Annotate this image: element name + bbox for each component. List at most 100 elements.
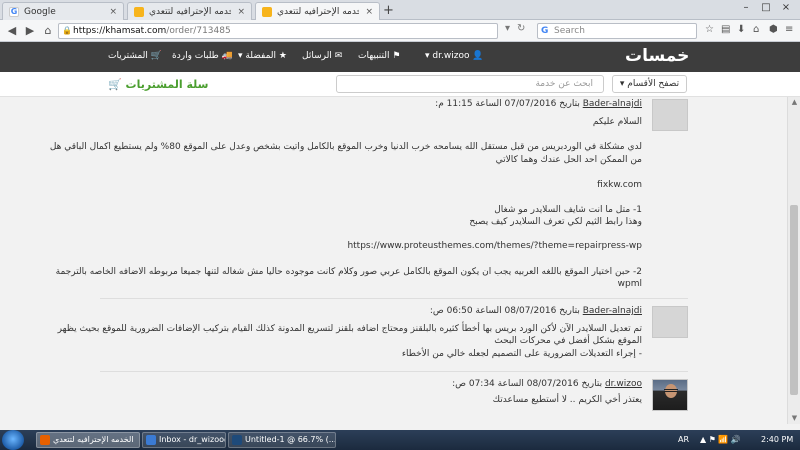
message-post: dr.wizoo بتاريخ 08/07/2016 الساعة 07:34 … xyxy=(100,379,688,421)
author-link[interactable]: dr.wizoo xyxy=(605,379,642,389)
message-post: Bader-alnajdi بتاريخ 07/07/2016 الساعة 1… xyxy=(50,99,688,299)
page-scrollbar[interactable]: ▲ ▼ xyxy=(787,97,800,424)
khamsat-logo[interactable]: خمسات xyxy=(625,46,689,66)
forward-arrow-icon[interactable]: ▶ xyxy=(22,23,38,39)
reading-list-icon[interactable]: ▤ xyxy=(721,24,730,35)
avatar-glasses xyxy=(664,389,678,392)
author-link[interactable]: Bader-alnajdi xyxy=(583,99,642,109)
logo-text: خمسات xyxy=(625,46,690,66)
scroll-down-icon[interactable]: ▼ xyxy=(790,414,799,423)
conversation-thread: Bader-alnajdi بتاريخ 07/07/2016 الساعة 1… xyxy=(0,97,787,424)
home-page-icon[interactable]: ⌂ xyxy=(753,24,759,35)
chevron-down-icon: ▾ xyxy=(238,51,243,61)
url-path: /order/713485 xyxy=(166,26,231,36)
post-line: لدي مشكلة في الوردبريس من قبل مستقل الله… xyxy=(49,142,642,152)
envelope-icon: ✉ xyxy=(334,51,343,61)
cart-label: سلة المشتريات xyxy=(125,78,209,91)
post-body: يعتذر أخي الكريم .. لا أستطيع مساعدتك xyxy=(100,394,642,408)
search-placeholder: Search xyxy=(554,26,585,36)
minimize-button[interactable]: – xyxy=(736,2,756,16)
post-meta: Bader-alnajdi بتاريخ 08/07/2016 الساعة 0… xyxy=(430,306,642,316)
tab-close-icon[interactable]: × xyxy=(365,7,373,17)
reload-icon[interactable]: ↻ xyxy=(517,23,525,34)
search-engine-icon: G xyxy=(541,26,549,36)
extension-icon[interactable]: ⬢ xyxy=(769,24,778,35)
cart-link[interactable]: 🛒 سلة المشتريات xyxy=(108,78,208,91)
avatar[interactable] xyxy=(652,379,688,411)
url-host: https://khamsat.com xyxy=(73,26,167,36)
windows-taskbar: الخدمه الإحترافيه لتتعدي Inbox - dr_wizo… xyxy=(0,430,800,450)
avatar[interactable] xyxy=(652,306,688,338)
task-label: Untitled-1 @ 66.7% (... xyxy=(245,435,336,444)
home-icon[interactable]: ⌂ xyxy=(40,23,56,39)
browser-tab-google[interactable]: G Google × xyxy=(2,2,124,20)
task-label: Inbox - dr_wizoo@ya... xyxy=(159,435,225,444)
post-line: fixkw.com xyxy=(597,180,642,190)
menu-icon[interactable]: ≡ xyxy=(785,24,793,35)
taskbar-photoshop[interactable]: Untitled-1 @ 66.7% (... xyxy=(228,432,336,448)
post-body: تم تعديل السلايدر الآن لأكن الورد بريس ب… xyxy=(58,323,642,367)
notifications-link[interactable]: التنبيهات ⚑ xyxy=(358,51,400,61)
khamsat-favicon-icon xyxy=(262,6,272,17)
purchases-label: المشتريات xyxy=(108,51,148,61)
post-line: يعتذر أخي الكريم .. لا أستطيع مساعدتك xyxy=(492,395,642,405)
tab-title: Google xyxy=(24,6,56,17)
start-button[interactable] xyxy=(2,430,24,450)
user-icon: 👤 xyxy=(472,51,484,61)
post-line: - إجراء التعديلات الضرورية على التصميم ل… xyxy=(401,349,642,359)
tab-close-icon[interactable]: × xyxy=(237,7,245,17)
post-date: بتاريخ 08/07/2016 الساعة 06:50 ص: xyxy=(429,306,580,316)
truck-icon: 🚚 xyxy=(221,51,233,61)
favorites-menu[interactable]: ▾ المفضلة ★ xyxy=(238,51,287,61)
language-indicator[interactable]: AR xyxy=(678,430,689,450)
user-menu[interactable]: ▾ dr.wizoo 👤 xyxy=(425,51,484,61)
taskbar-firefox[interactable]: الخدمه الإحترافيه لتتعدي xyxy=(36,432,140,448)
star-icon[interactable]: ☆ xyxy=(705,24,714,35)
messages-link[interactable]: الرسائل ✉ xyxy=(302,51,342,61)
post-line: wpml xyxy=(617,279,642,289)
download-icon[interactable]: ⬇ xyxy=(737,24,745,35)
messages-label: الرسائل xyxy=(302,51,332,61)
service-search-placeholder: ابحث عن خدمة xyxy=(535,79,593,89)
browser-nav-bar: ◀ ▶ ⌂ 🔒 https://khamsat.com/order/713485… xyxy=(0,20,800,42)
favorites-label: المفضلة xyxy=(245,51,277,61)
author-link[interactable]: Bader-alnajdi xyxy=(583,306,642,316)
maximize-button[interactable]: □ xyxy=(756,2,776,16)
incoming-requests-label: طلبات واردة xyxy=(172,51,219,61)
new-tab-button[interactable]: + xyxy=(383,3,394,18)
dropdown-icon[interactable]: ▾ xyxy=(505,23,510,34)
firefox-icon xyxy=(40,435,50,445)
task-label: الخدمه الإحترافيه لتتعدي xyxy=(53,435,134,444)
post-date: بتاريخ 08/07/2016 الساعة 07:34 ص: xyxy=(452,379,603,389)
url-bar[interactable]: 🔒 https://khamsat.com/order/713485 xyxy=(58,23,498,39)
back-arrow-icon[interactable]: ◀ xyxy=(4,23,20,39)
post-line[interactable]: https://www.proteusthemes.com/themes/?th… xyxy=(347,240,642,252)
taskbar-mail[interactable]: Inbox - dr_wizoo@ya... xyxy=(142,432,226,448)
post-line: وهذا رابط الثيم لكي تعرف السلايدر كيف يص… xyxy=(469,217,642,227)
post-body: السلام عليكم لدي مشكلة في الوردبريس من ق… xyxy=(50,116,642,296)
clock[interactable]: 2:40 PM xyxy=(761,430,793,450)
tray-icons[interactable]: ▲ ⚑ 📶 🔊 xyxy=(700,430,741,450)
purchases-link[interactable]: المشتريات 🛒 xyxy=(108,51,162,61)
close-window-button[interactable]: × xyxy=(776,2,796,16)
incoming-requests-link[interactable]: طلبات واردة 🚚 xyxy=(172,51,233,61)
browse-categories-button[interactable]: ▾ تصفح الأقسام xyxy=(612,75,687,93)
browser-tab-khamsat-1[interactable]: الخدمه الإحترافيه لتتعدي × xyxy=(127,2,252,20)
photoshop-icon xyxy=(232,435,242,445)
tab-close-icon[interactable]: × xyxy=(109,7,117,17)
avatar[interactable] xyxy=(652,99,688,131)
service-search-input[interactable]: ابحث عن خدمة xyxy=(336,75,604,93)
notifications-label: التنبيهات xyxy=(358,51,390,61)
khamsat-favicon-icon xyxy=(134,6,144,17)
scrollbar-thumb[interactable] xyxy=(790,205,798,395)
post-date: بتاريخ 07/07/2016 الساعة 11:15 م: xyxy=(435,99,580,109)
google-favicon-icon: G xyxy=(9,6,19,17)
tab-title: الخدمه الإحترافيه لتتعدي xyxy=(149,6,232,17)
browser-tab-khamsat-2[interactable]: الخدمه الإحترافيه لتتعدي × xyxy=(255,2,380,20)
post-divider xyxy=(100,371,688,372)
message-post: Bader-alnajdi بتاريخ 08/07/2016 الساعة 0… xyxy=(58,306,688,368)
post-divider xyxy=(100,298,688,299)
browser-search-input[interactable]: G Search xyxy=(537,23,697,39)
browser-tab-bar: G Google × الخدمه الإحترافيه لتتعدي × ال… xyxy=(0,0,800,20)
scroll-up-icon[interactable]: ▲ xyxy=(790,98,799,107)
